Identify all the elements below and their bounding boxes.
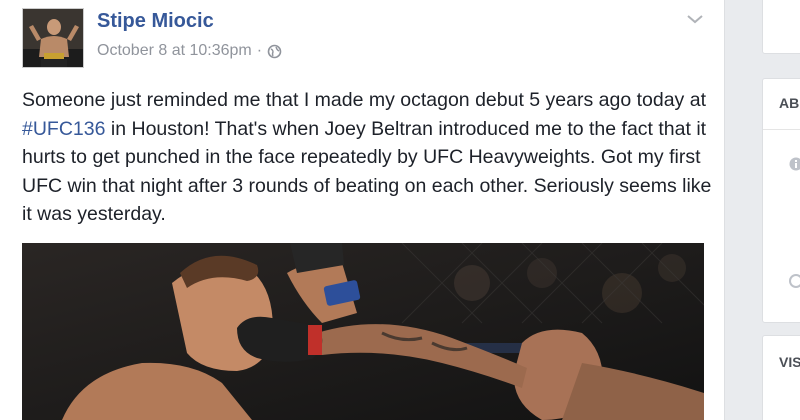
post-card: Stipe Miocic October 8 at 10:36pm · Some… bbox=[0, 0, 725, 420]
chevron-down-icon[interactable] bbox=[686, 12, 704, 26]
post-meta: October 8 at 10:36pm · bbox=[97, 42, 282, 60]
visitors-title: VIS bbox=[779, 354, 800, 370]
sidebar-visitors-box: VIS bbox=[762, 335, 800, 420]
about-divider bbox=[763, 129, 800, 130]
info-icon bbox=[789, 157, 800, 176]
avatar-photo bbox=[23, 9, 83, 67]
sidebar-top-box bbox=[762, 0, 800, 54]
post-photo[interactable] bbox=[22, 243, 704, 420]
post-text-after: in Houston! That's when Joey Beltran int… bbox=[22, 117, 712, 226]
sidebar-dot-icon bbox=[789, 274, 800, 293]
post-text-before: Someone just reminded me that I made my … bbox=[22, 89, 706, 111]
hashtag-link[interactable]: #UFC136 bbox=[22, 118, 105, 140]
author-name[interactable]: Stipe Miocic bbox=[97, 10, 214, 33]
right-sidebar: AB VIS bbox=[748, 0, 800, 420]
post-timestamp[interactable]: October 8 at 10:36pm bbox=[97, 42, 252, 60]
globe-icon[interactable] bbox=[267, 44, 282, 59]
avatar[interactable] bbox=[22, 8, 84, 68]
post-text: Someone just reminded me that I made my … bbox=[22, 86, 712, 229]
meta-separator: · bbox=[256, 42, 263, 59]
sidebar-about-box: AB bbox=[762, 78, 800, 323]
about-title: AB bbox=[779, 95, 800, 111]
